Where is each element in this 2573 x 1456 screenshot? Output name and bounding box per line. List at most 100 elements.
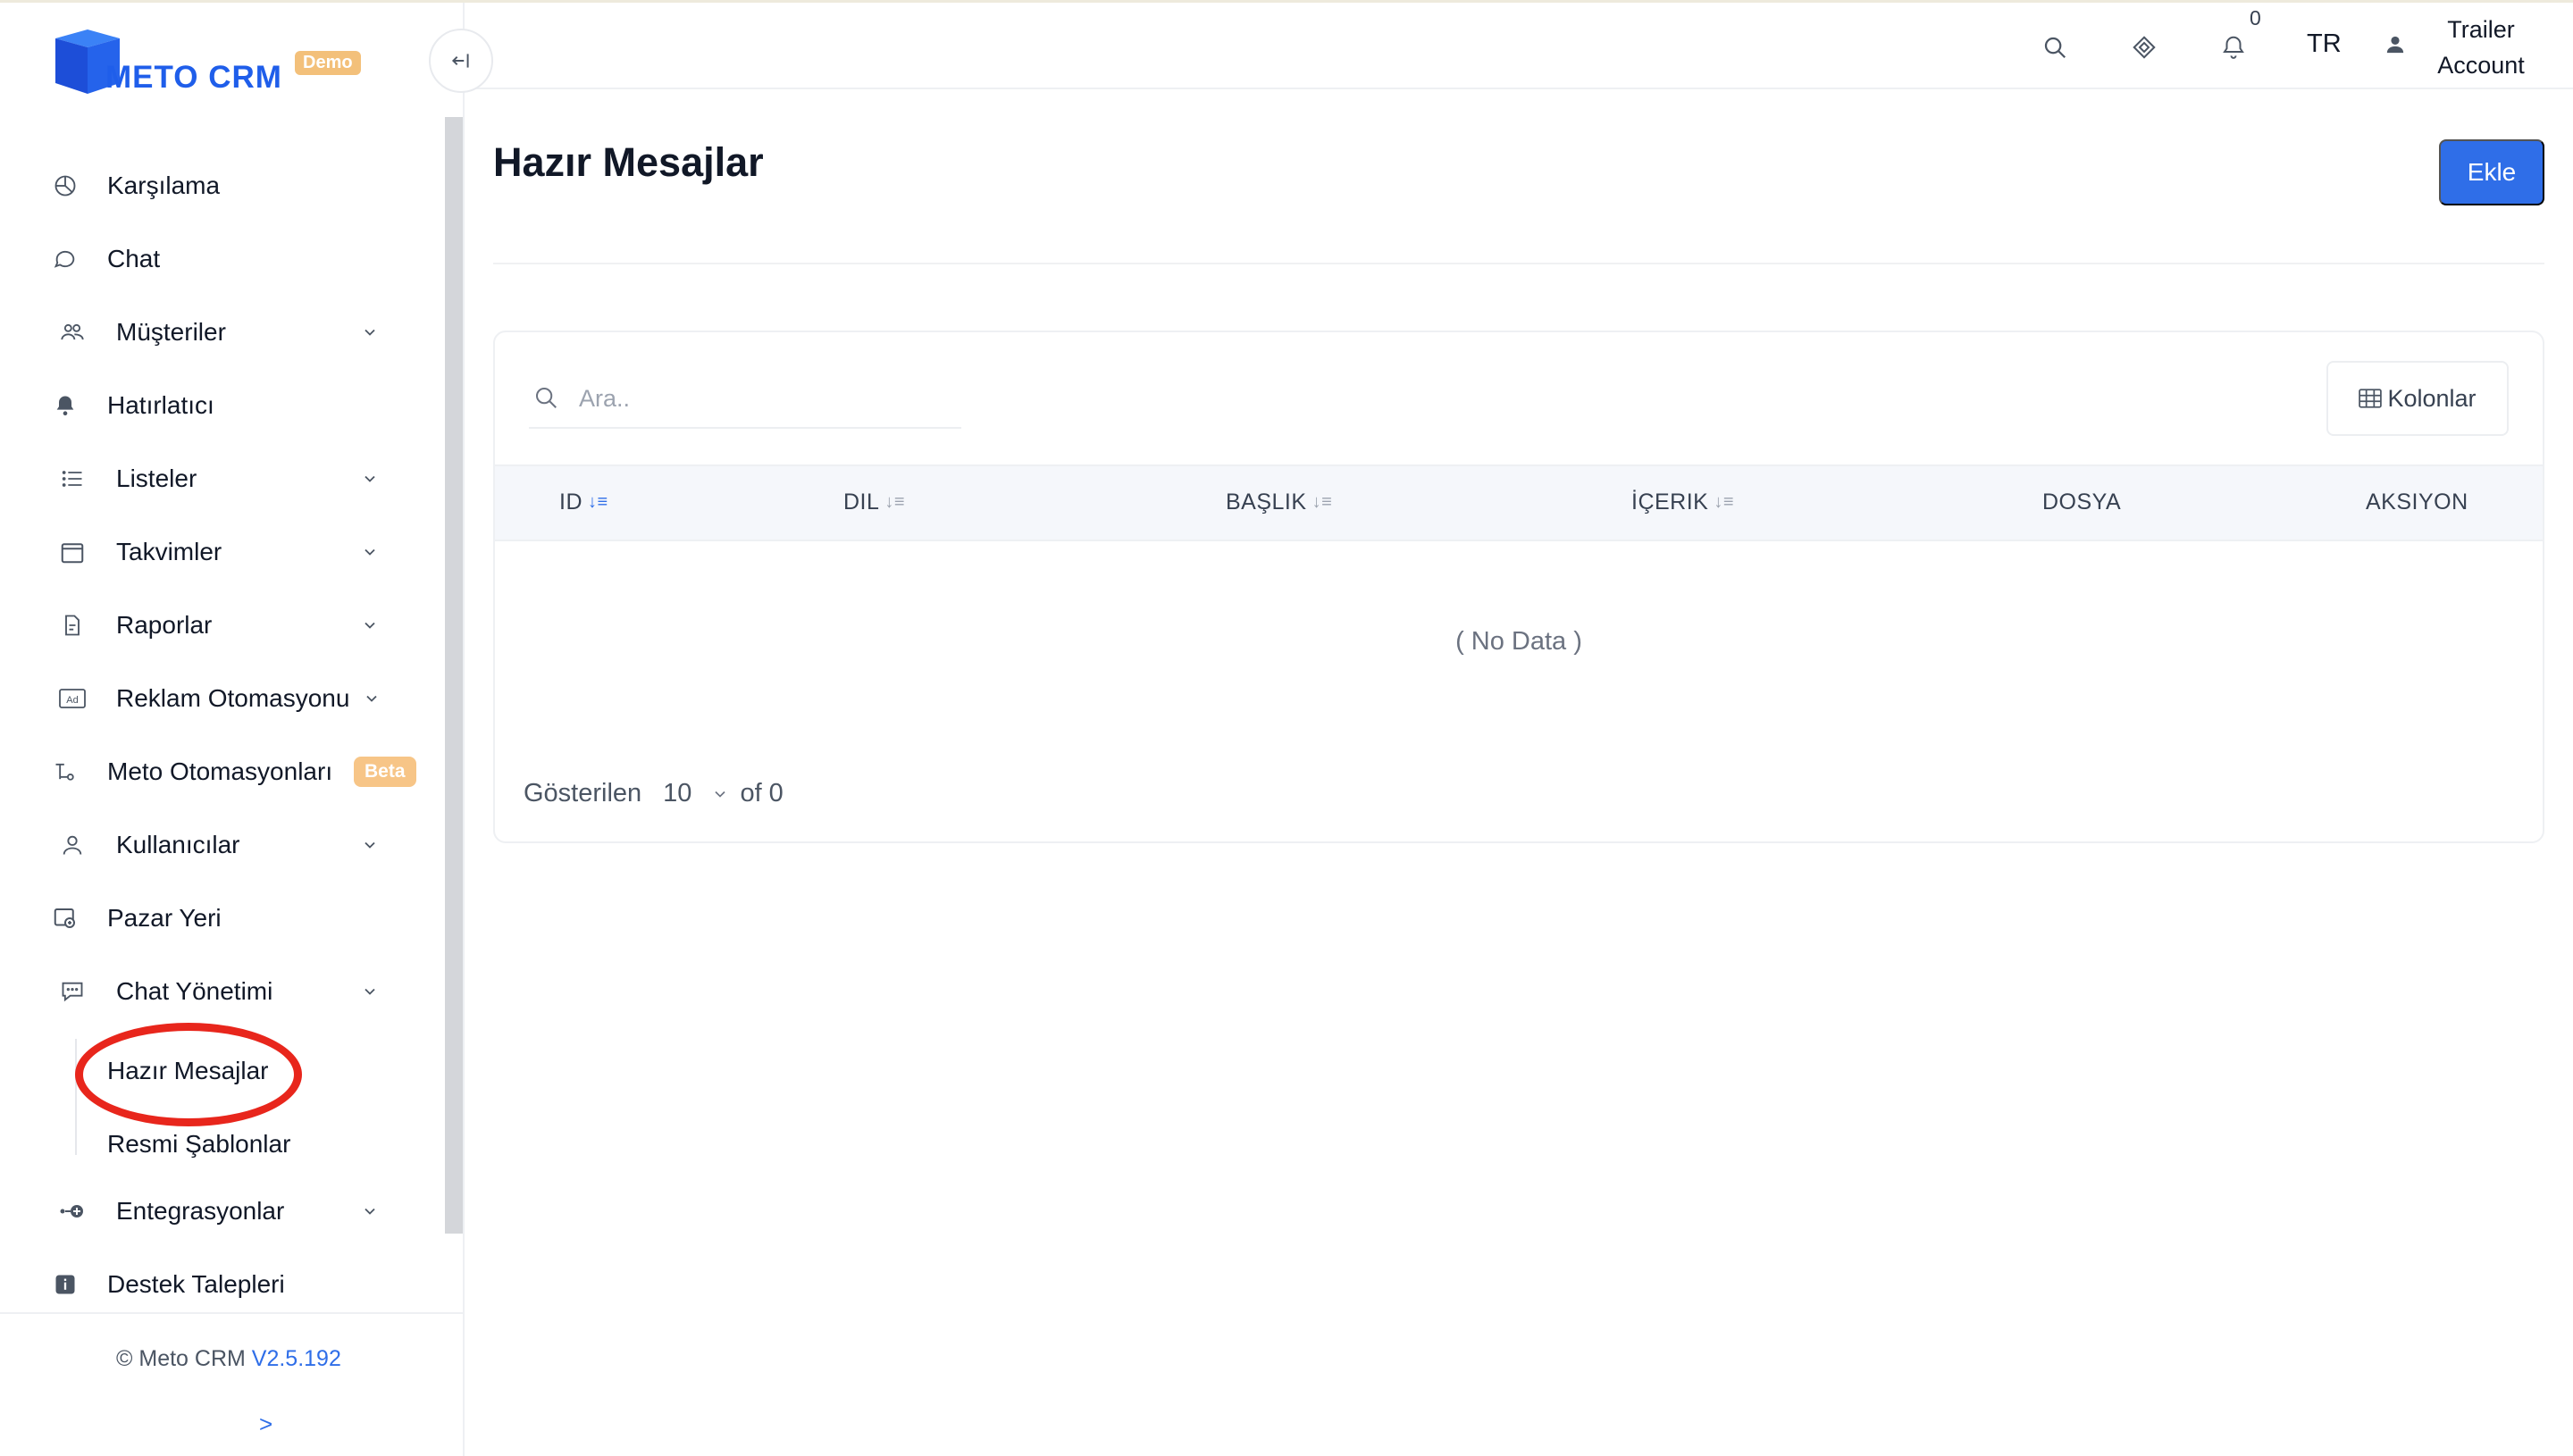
demo-badge: Demo <box>295 51 361 75</box>
column-header-icerik[interactable]: İÇERIK ↓≡ <box>1631 490 1734 515</box>
sidebar-item-raporlar[interactable]: Raporlar <box>0 594 420 657</box>
column-header-dosya: DOSYA <box>2042 490 2122 515</box>
notification-count: 0 <box>2250 6 2261 29</box>
logo-text: METO CRM <box>105 60 282 95</box>
add-button[interactable]: Ekle <box>2439 139 2544 205</box>
sidebar-item-label: Entegrasyonlar <box>116 1197 285 1225</box>
sidebar-item-label: Meto Otomasyonları <box>107 757 333 785</box>
marketplace-icon <box>50 903 80 933</box>
sidebar: METO CRM Demo Karşılama Chat Müşteriler <box>0 3 465 1456</box>
account-line2: Account <box>2437 52 2525 79</box>
expand-arrow-icon[interactable]: > <box>259 1410 272 1438</box>
chevron-down-icon <box>357 540 382 565</box>
sidebar-item-entegrasyonlar[interactable]: Entegrasyonlar <box>0 1180 420 1243</box>
svg-text:Ad: Ad <box>66 695 78 706</box>
columns-label: Kolonlar <box>2387 384 2477 412</box>
search-box <box>529 368 961 429</box>
sidebar-item-label: Listeler <box>116 464 197 492</box>
report-icon <box>57 610 88 640</box>
messages-table-card: Kolonlar ID↓≡ DIL↓≡ BAŞLIK↓≡ İÇERIK↓≡ DO… <box>493 331 2544 843</box>
sidebar-item-listeler[interactable]: Listeler <box>0 448 420 510</box>
submenu-line <box>75 1039 77 1155</box>
chevron-down-icon <box>359 686 384 711</box>
sidebar-item-chat-yonetimi[interactable]: Chat Yönetimi <box>0 960 420 1023</box>
column-header-dil[interactable]: DIL ↓≡ <box>843 490 905 515</box>
sidebar-item-meto-otomasyonlari[interactable]: Meto Otomasyonları Beta <box>0 741 420 803</box>
sidebar-item-reklam-otomasyonu[interactable]: Ad Reklam Otomasyonu <box>0 667 420 730</box>
diamond-icon[interactable] <box>2126 29 2162 65</box>
ad-icon: Ad <box>57 683 88 714</box>
chat-manage-icon <box>57 976 88 1007</box>
chevron-down-icon <box>715 791 726 798</box>
account-menu[interactable]: Trailer Account <box>2414 12 2548 83</box>
sidebar-item-pazar-yeri[interactable]: Pazar Yeri <box>0 887 420 950</box>
list-icon <box>57 464 88 494</box>
chevron-down-icon <box>357 466 382 491</box>
sort-icon: ↓≡ <box>588 492 608 512</box>
sidebar-item-label: Chat Yönetimi <box>116 977 273 1005</box>
account-icon <box>2385 35 2405 59</box>
sidebar-item-karsilama[interactable]: Karşılama <box>0 155 420 217</box>
chevron-down-icon <box>357 979 382 1004</box>
column-header-aksiyon: AKSIYON <box>2366 490 2468 515</box>
app-logo[interactable]: METO CRM Demo <box>46 22 368 103</box>
columns-button[interactable]: Kolonlar <box>2326 361 2509 436</box>
sidebar-item-musteriler[interactable]: Müşteriler <box>0 301 420 364</box>
page-size-select[interactable]: 10 <box>663 779 729 808</box>
sidebar-item-label: Raporlar <box>116 611 213 639</box>
search-icon <box>532 384 559 415</box>
pager-label: Gösterilen <box>524 779 642 807</box>
beta-badge: Beta <box>354 757 416 787</box>
language-selector[interactable]: TR <box>2307 29 2342 59</box>
chevron-down-icon <box>357 1199 382 1224</box>
automation-icon <box>50 757 80 787</box>
info-icon <box>50 1269 80 1300</box>
top-bar: 0 TR Trailer Account <box>465 3 2573 89</box>
title-divider <box>493 263 2544 264</box>
user-icon <box>57 830 88 860</box>
sidebar-item-chat[interactable]: Chat <box>0 228 420 290</box>
empty-state-text: ( No Data ) <box>1455 627 1582 656</box>
chevron-down-icon <box>357 320 382 345</box>
sidebar-scrollbar[interactable] <box>445 117 463 1234</box>
sidebar-item-label: Reklam Otomasyonu <box>116 684 350 712</box>
sidebar-item-kullanicilar[interactable]: Kullanıcılar <box>0 814 420 876</box>
pagination: Gösterilen 10 of 0 <box>524 779 784 808</box>
copyright-text: © Meto CRM V2.5.192 <box>116 1346 341 1371</box>
users-icon <box>57 317 88 347</box>
collapse-sidebar-button[interactable] <box>429 29 493 93</box>
sidebar-item-label: Takvimler <box>116 538 222 565</box>
sort-icon: ↓≡ <box>1312 492 1333 512</box>
bell-icon <box>50 390 80 421</box>
chevron-down-icon <box>357 613 382 638</box>
sidebar-item-label: Hatırlatıcı <box>107 391 214 419</box>
chat-bubble-icon <box>50 244 80 274</box>
account-line1: Trailer <box>2447 16 2515 43</box>
highlight-annotation-circle <box>75 1023 302 1126</box>
sidebar-item-hatirlatici[interactable]: Hatırlatıcı <box>0 374 420 437</box>
column-header-baslik[interactable]: BAŞLIK ↓≡ <box>1226 490 1332 515</box>
sidebar-item-label: Destek Talepleri <box>107 1270 285 1298</box>
sidebar-item-takvimler[interactable]: Takvimler <box>0 521 420 583</box>
sidebar-item-destek-talepleri[interactable]: Destek Talepleri <box>0 1253 420 1316</box>
integration-icon <box>57 1196 88 1226</box>
page-title: Hazır Mesajlar <box>493 139 764 185</box>
pie-chart-icon <box>50 171 80 201</box>
search-icon[interactable] <box>2037 29 2073 65</box>
sidebar-subitem-resmi-sablonlar[interactable]: Resmi Şablonlar <box>107 1130 290 1159</box>
table-grid-icon <box>2359 389 2383 408</box>
sidebar-footer: © Meto CRM V2.5.192 > <box>0 1312 463 1455</box>
collapse-left-icon <box>451 54 469 68</box>
sort-icon: ↓≡ <box>1714 492 1735 512</box>
pager-total: of 0 <box>740 779 784 807</box>
chevron-down-icon <box>357 833 382 858</box>
search-input[interactable] <box>579 381 936 416</box>
calendar-icon <box>57 537 88 567</box>
version-link[interactable]: V2.5.192 <box>252 1346 341 1371</box>
table-header: ID ↓≡ DIL ↓≡ BAŞLIK ↓≡ İÇERIK ↓≡ DOSYA AKSIY… <box>495 464 2543 541</box>
sort-icon: ↓≡ <box>884 492 906 512</box>
notification-bell-icon[interactable] <box>2216 29 2251 65</box>
column-header-id[interactable]: ID ↓≡ <box>559 490 608 515</box>
sidebar-item-label: Pazar Yeri <box>107 904 222 932</box>
sidebar-item-label: Chat <box>107 245 161 272</box>
